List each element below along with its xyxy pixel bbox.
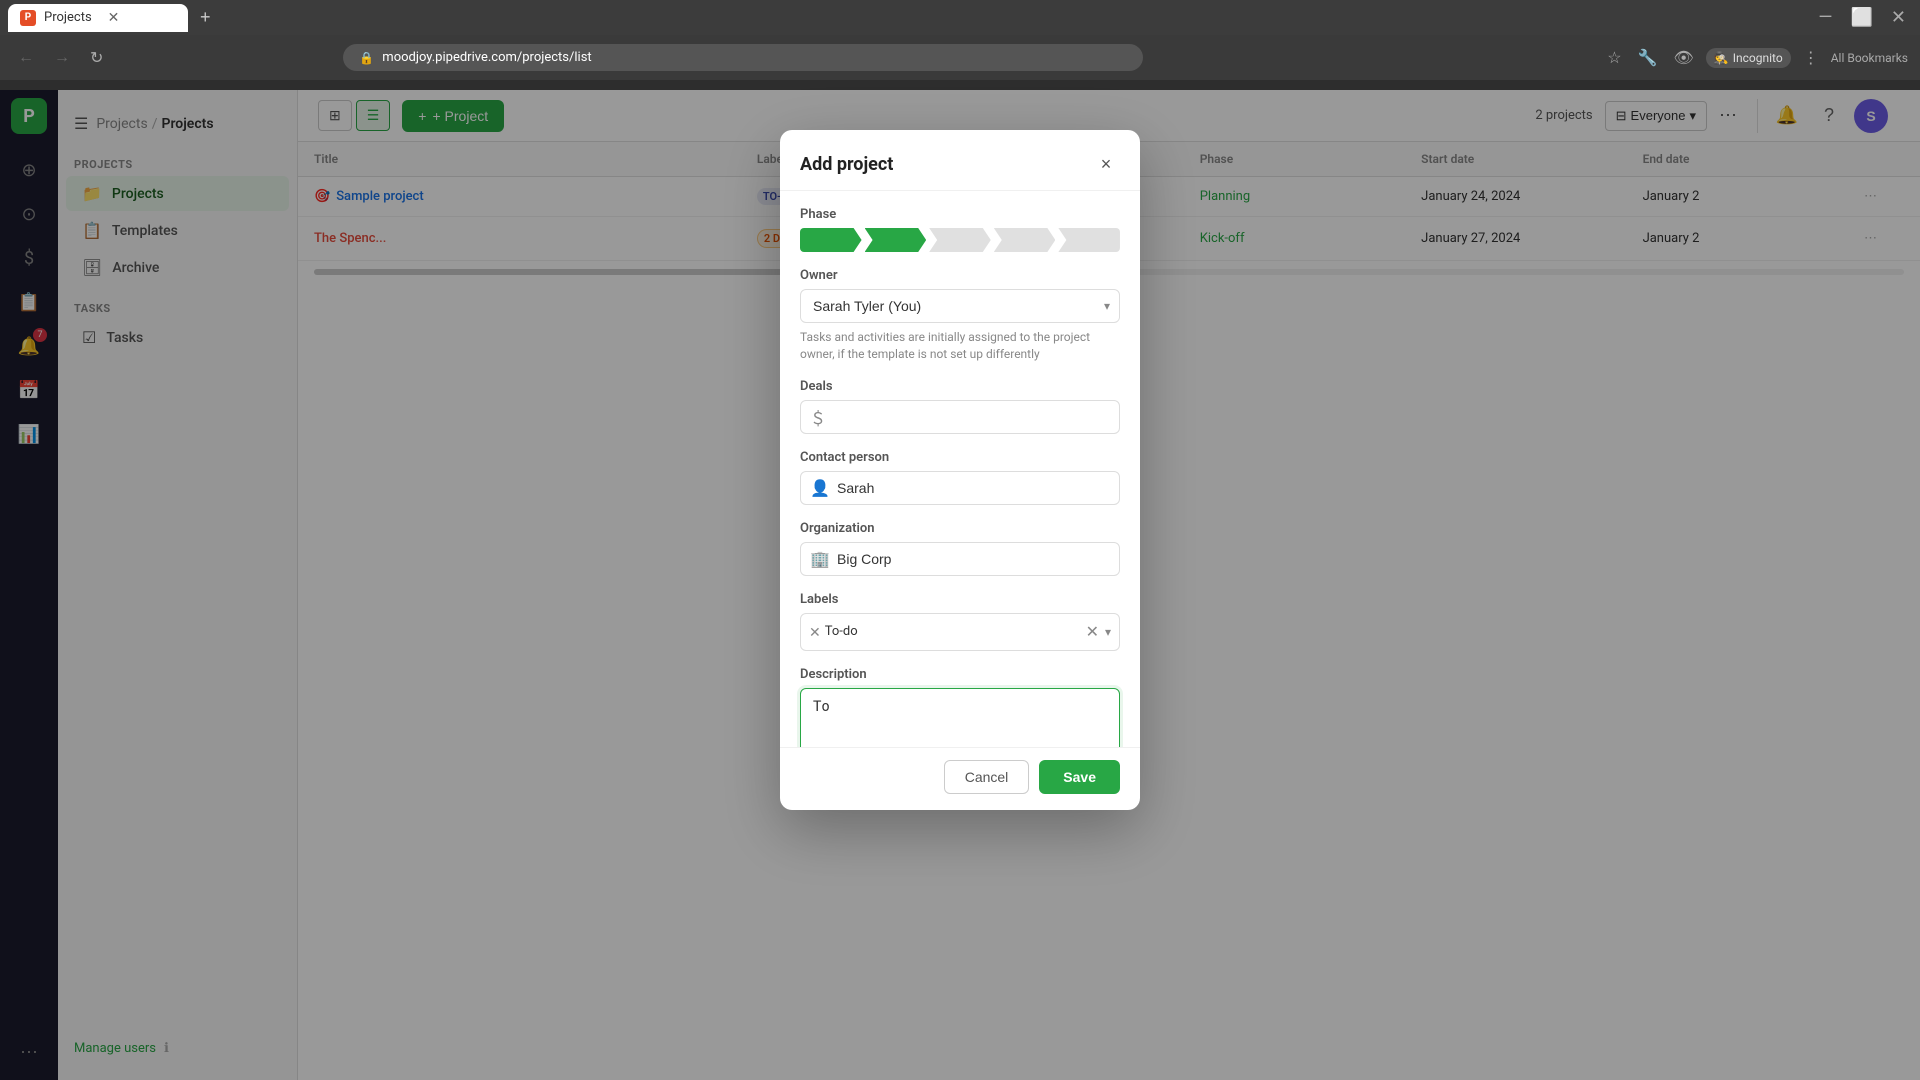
chrome-menu-btn[interactable]: ⋮ [1799, 44, 1823, 72]
phase-steps[interactable] [800, 228, 1120, 252]
phase-step-4[interactable] [994, 228, 1056, 252]
phase-step-3[interactable] [929, 228, 991, 252]
owner-select-wrapper: Sarah Tyler (You) ▾ [800, 289, 1120, 323]
browser-toolbar: ← → ↻ 🔒 moodjoy.pipedrive.com/projects/l… [0, 35, 1920, 80]
tab-close-btn[interactable]: ✕ [108, 10, 120, 26]
phase-section: Phase [800, 207, 1120, 252]
tab-icon: P [20, 10, 36, 26]
phase-step-5[interactable] [1058, 228, 1120, 252]
modal-header: Add project × [780, 130, 1140, 191]
incognito-badge: 🕵 Incognito [1706, 48, 1791, 68]
labels-expand-btn[interactable]: ▾ [1105, 625, 1111, 639]
modal-footer: Cancel Save [780, 747, 1140, 810]
owner-section: Owner Sarah Tyler (You) ▾ Tasks and acti… [800, 268, 1120, 363]
toolbar-right: ☆ 🔧 👁 🕵 Incognito ⋮ All Bookmarks [1603, 44, 1908, 72]
back-btn[interactable]: ← [12, 45, 40, 71]
contact-label: Contact person [800, 450, 1120, 465]
person-icon: 👤 [810, 478, 830, 497]
extensions-btn[interactable]: 🔧 [1634, 44, 1662, 72]
owner-select[interactable]: Sarah Tyler (You) [800, 289, 1120, 323]
org-label: Organization [800, 521, 1120, 536]
minimize-btn[interactable]: — [1812, 7, 1838, 28]
close-btn[interactable]: ✕ [1885, 7, 1912, 28]
contact-input-wrapper: 👤 [800, 471, 1120, 505]
building-icon: 🏢 [810, 549, 830, 568]
phase-step-2[interactable] [865, 228, 927, 252]
desc-label: Description [800, 667, 1120, 682]
modal-body: Phase Owner Sarah Tyler (You) ▾ Tasks an… [780, 191, 1140, 747]
lock-icon: 🔒 [359, 51, 374, 65]
new-tab-btn[interactable]: + [192, 7, 219, 28]
labels-label: Labels [800, 592, 1120, 607]
labels-clear-btn[interactable]: ✕ [1086, 622, 1099, 642]
forward-btn[interactable]: → [48, 45, 76, 71]
org-section: Organization 🏢 [800, 521, 1120, 576]
contact-input[interactable] [800, 471, 1120, 505]
deals-input-wrapper: ＄ [800, 400, 1120, 434]
tab-label: Projects [44, 10, 92, 25]
save-btn[interactable]: Save [1039, 760, 1120, 794]
address-text: moodjoy.pipedrive.com/projects/list [382, 50, 591, 65]
browser-chrome: P Projects ✕ + — ⬜ ✕ ← → ↻ 🔒 moodjoy.pip… [0, 0, 1920, 90]
deals-input[interactable] [800, 400, 1120, 434]
bookmark-star-btn[interactable]: ☆ [1603, 44, 1625, 72]
labels-section: Labels ✕ To-do ✕ ▾ [800, 592, 1120, 651]
labels-input-wrapper[interactable]: ✕ To-do ✕ ▾ [800, 613, 1120, 651]
deals-dollar-icon: ＄ [810, 405, 826, 429]
label-tag-remove-btn[interactable]: ✕ [809, 625, 821, 639]
address-bar[interactable]: 🔒 moodjoy.pipedrive.com/projects/list [343, 44, 1143, 71]
add-project-modal: Add project × Phase Owner Sarah Tyler (Y… [780, 130, 1140, 810]
label-tag: ✕ To-do [809, 624, 858, 639]
browser-titlebar: P Projects ✕ + — ⬜ ✕ [0, 0, 1920, 35]
incognito-spy-btn[interactable]: 👁 [1669, 44, 1697, 72]
owner-hint: Tasks and activities are initially assig… [800, 329, 1120, 363]
label-tag-text: To-do [825, 624, 858, 639]
browser-tab[interactable]: P Projects ✕ [8, 4, 188, 32]
deals-label: Deals [800, 379, 1120, 394]
cancel-btn[interactable]: Cancel [944, 760, 1030, 794]
desc-textarea[interactable]: To [800, 688, 1120, 747]
refresh-btn[interactable]: ↻ [84, 44, 109, 72]
contact-section: Contact person 👤 [800, 450, 1120, 505]
deals-section: Deals ＄ [800, 379, 1120, 434]
modal-close-btn[interactable]: × [1092, 150, 1120, 178]
incognito-icon: 🕵 [1714, 51, 1729, 65]
org-input[interactable] [800, 542, 1120, 576]
maximize-btn[interactable]: ⬜ [1844, 7, 1878, 28]
modal-title: Add project [800, 154, 893, 175]
owner-label: Owner [800, 268, 1120, 283]
incognito-label: Incognito [1733, 51, 1783, 65]
window-controls: — ⬜ ✕ [1812, 7, 1912, 28]
description-section: Description To [800, 667, 1120, 747]
phase-label: Phase [800, 207, 1120, 222]
phase-step-1[interactable] [800, 228, 862, 252]
bookmarks-label: All Bookmarks [1831, 51, 1908, 65]
org-input-wrapper: 🏢 [800, 542, 1120, 576]
